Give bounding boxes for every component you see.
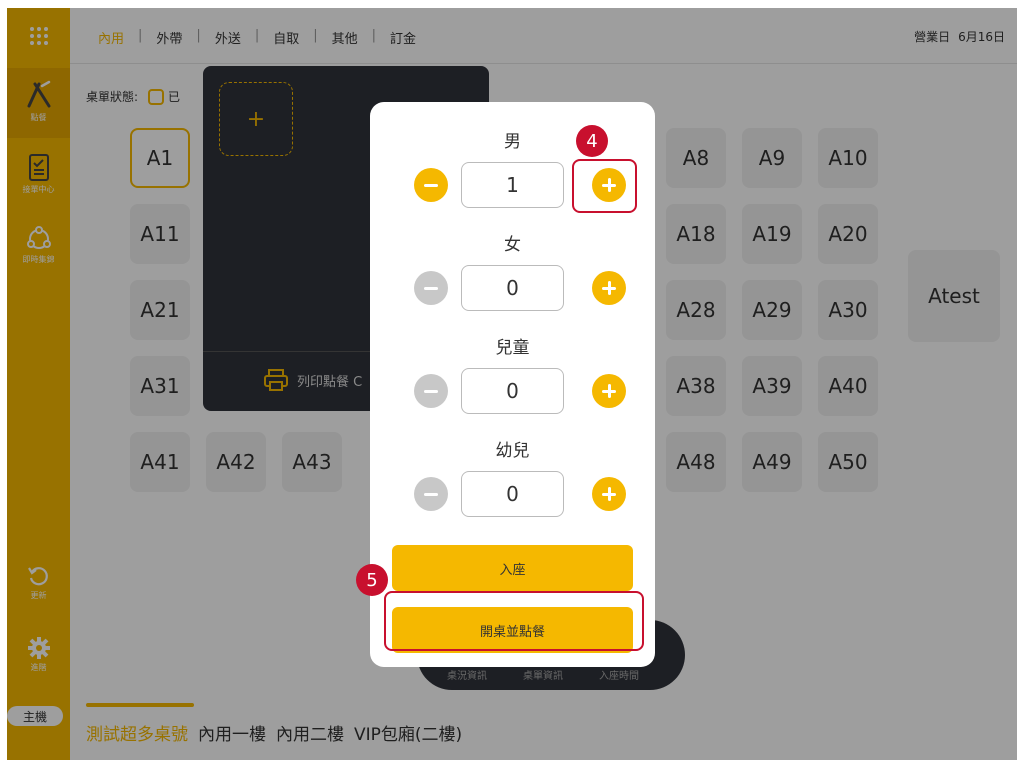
guest-group-label: 幼兒 (495, 441, 530, 461)
decrement-button[interactable] (414, 271, 448, 305)
minus-icon (424, 492, 438, 496)
guest-group-label: 男 (504, 132, 521, 152)
app-window: 點餐 接單中心 即時集錦 更新 進階 主機 內用 | 外帶 | 外送 | 自取 … (7, 8, 1017, 760)
step-5-badge: 5 (356, 564, 388, 596)
increment-button[interactable] (592, 477, 626, 511)
step-5-highlight (384, 591, 644, 651)
step-4-highlight (572, 159, 637, 213)
step-4-badge: 4 (576, 125, 608, 157)
decrement-button[interactable] (414, 168, 448, 202)
minus-icon (424, 389, 438, 393)
increment-button[interactable] (592, 374, 626, 408)
decrement-button[interactable] (414, 374, 448, 408)
increment-button[interactable] (592, 271, 626, 305)
minus-icon (424, 183, 438, 187)
guest-count-field[interactable]: 0 (461, 471, 564, 517)
guest-count-field[interactable]: 1 (461, 162, 564, 208)
guest-group-label: 兒童 (495, 338, 530, 358)
minus-icon (424, 286, 438, 290)
guest-count-field[interactable]: 0 (461, 368, 564, 414)
seat-button[interactable]: 入座 (392, 545, 633, 591)
guest-group-label: 女 (504, 235, 521, 255)
decrement-button[interactable] (414, 477, 448, 511)
guest-count-field[interactable]: 0 (461, 265, 564, 311)
